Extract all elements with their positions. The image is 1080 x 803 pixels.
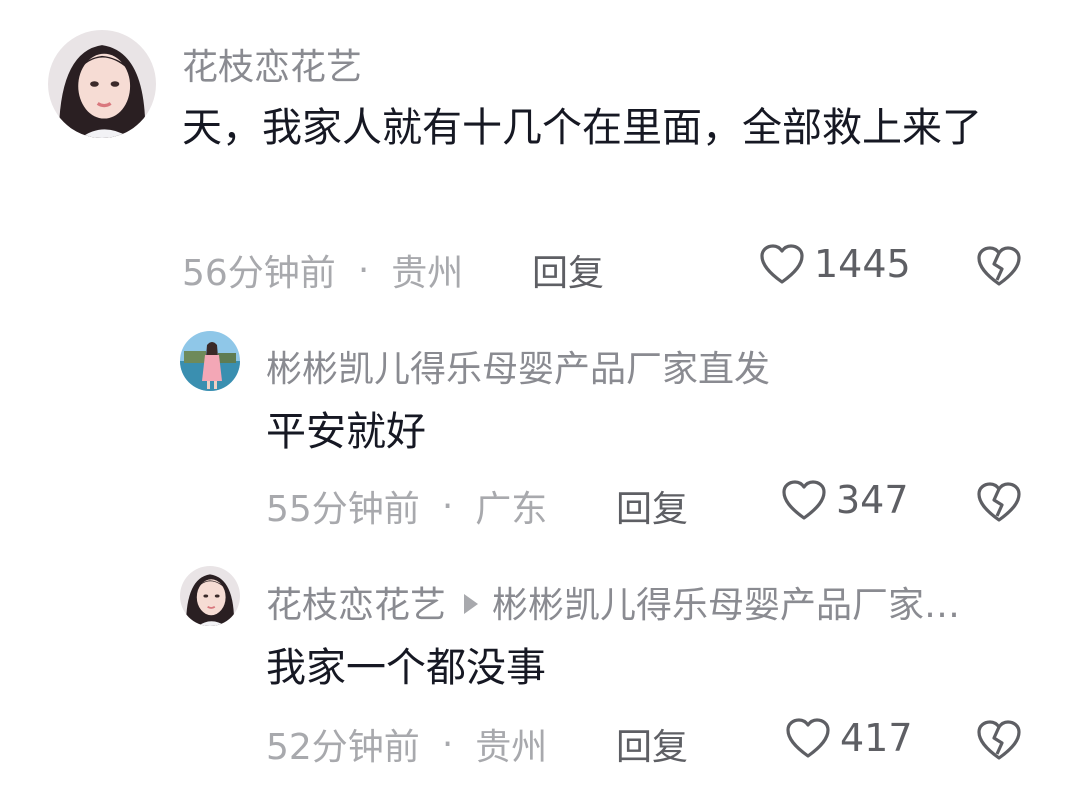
comment-text: 平安就好 (266, 409, 426, 455)
avatar-image (180, 566, 240, 626)
like-button[interactable]: 347 (780, 478, 909, 522)
comment-text: 天，我家人就有十几个在里面，全部救上来了 (182, 105, 982, 151)
comment-2: 彬彬凯儿得乐母婴产品厂家直发 平安就好 55分钟前 · 广东 回复 347 (0, 320, 1080, 550)
username[interactable]: 彬彬凯儿得乐母婴产品厂家直发 (266, 340, 770, 392)
dislike-button[interactable] (975, 244, 1023, 288)
broken-heart-icon (977, 720, 1021, 760)
username[interactable]: 花枝恋花艺 (182, 38, 362, 90)
reply-button[interactable]: 回复 (616, 718, 688, 770)
like-count: 347 (836, 478, 909, 522)
dislike-button[interactable] (975, 480, 1023, 524)
heart-outline-icon (760, 244, 804, 284)
dislike-button[interactable] (975, 718, 1023, 762)
comment-1: 花枝恋花艺 天，我家人就有十几个在里面，全部救上来了 56分钟前 · 贵州 回复… (0, 0, 1080, 300)
avatar[interactable] (180, 566, 240, 626)
avatar[interactable] (48, 30, 156, 138)
avatar-image (48, 30, 156, 138)
reply-button[interactable]: 回复 (616, 480, 688, 532)
reply-target-username[interactable]: 彬彬凯儿得乐母婴产品厂家… (492, 585, 960, 626)
heart-outline-icon (786, 718, 830, 758)
avatar[interactable] (180, 331, 240, 391)
meta-separator: · (441, 485, 454, 527)
comment-text: 我家一个都没事 (266, 645, 546, 691)
comment-meta: 55分钟前 · 广东 (266, 480, 547, 532)
like-button[interactable]: 1445 (758, 242, 911, 286)
comment-meta: 52分钟前 · 贵州 (266, 718, 547, 770)
comment-location: 贵州 (475, 727, 548, 768)
comment-meta: 56分钟前 · 贵州 (182, 244, 463, 296)
comment-time: 55分钟前 (266, 489, 420, 530)
reply-header: 花枝恋花艺 彬彬凯儿得乐母婴产品厂家… (266, 576, 1026, 628)
comment-time: 56分钟前 (182, 253, 336, 294)
reply-arrow-icon (464, 594, 479, 614)
username[interactable]: 花枝恋花艺 (266, 585, 446, 626)
meta-separator: · (357, 249, 370, 291)
reply-button[interactable]: 回复 (532, 244, 604, 296)
meta-separator: · (441, 723, 454, 765)
comment-location: 贵州 (391, 253, 464, 294)
comment-3: 花枝恋花艺 彬彬凯儿得乐母婴产品厂家… 我家一个都没事 52分钟前 · 贵州 回复… (0, 556, 1080, 796)
like-count: 417 (840, 716, 913, 760)
broken-heart-icon (977, 246, 1021, 286)
like-button[interactable]: 417 (784, 716, 913, 760)
like-count: 1445 (814, 242, 911, 286)
avatar-image (180, 331, 240, 391)
broken-heart-icon (977, 482, 1021, 522)
comment-time: 52分钟前 (266, 727, 420, 768)
heart-outline-icon (782, 480, 826, 520)
comment-location: 广东 (475, 489, 548, 530)
